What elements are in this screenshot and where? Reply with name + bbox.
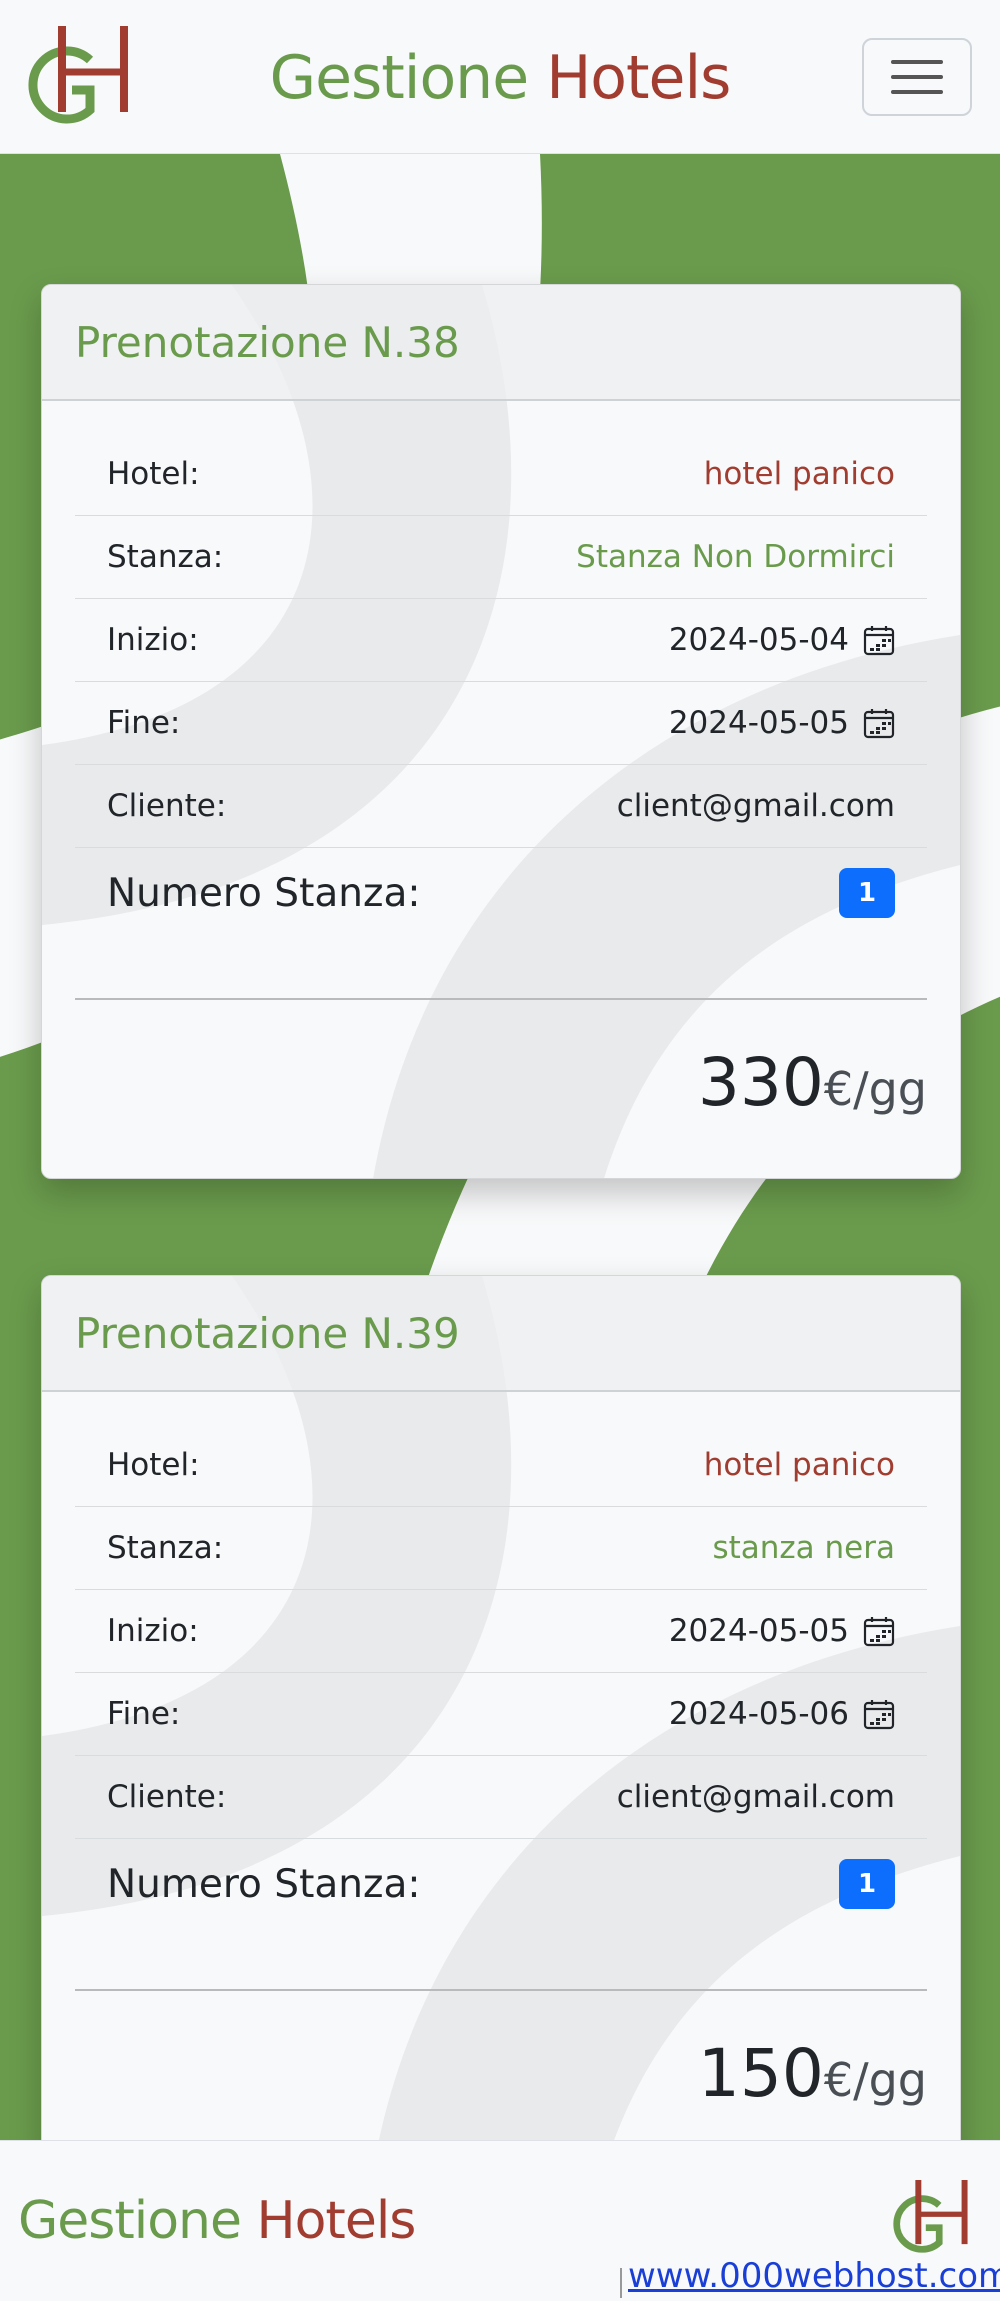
- hotel-label: Hotel:: [107, 456, 200, 492]
- end-date-label: Fine:: [107, 705, 181, 741]
- room-count-label: Numero Stanza:: [107, 870, 421, 916]
- room-count-row: Numero Stanza: 1: [75, 1839, 927, 1929]
- booking-card: Prenotazione N.38 Hotel: hotel panico St…: [41, 284, 961, 1179]
- client-row: Cliente: client@gmail.com: [75, 1756, 927, 1839]
- price-amount: 330: [697, 1044, 824, 1121]
- start-date-row: Inizio: 2024-05-05: [75, 1590, 927, 1673]
- footer-brand-part-hotels: Hotels: [256, 2191, 417, 2251]
- gh-logo[interactable]: [893, 2177, 975, 2259]
- room-label: Stanza:: [107, 1530, 224, 1566]
- booking-title: Prenotazione N.39: [42, 1276, 960, 1392]
- room-row: Stanza: Stanza Non Dormirci: [75, 516, 927, 599]
- room-label: Stanza:: [107, 539, 224, 575]
- menu-toggle-button[interactable]: [862, 38, 972, 116]
- booking-title: Prenotazione N.38: [42, 285, 960, 401]
- start-date-value: 2024-05-05: [668, 1613, 849, 1649]
- hamburger-icon-line: [891, 75, 943, 79]
- footer-brand-part-gestione: Gestione: [18, 2191, 242, 2251]
- room-count-label: Numero Stanza:: [107, 1861, 421, 1907]
- end-date-value: 2024-05-06: [668, 1696, 849, 1732]
- navbar: Gestione Hotels: [0, 0, 1000, 154]
- price: 150€/gg: [75, 1991, 927, 2131]
- webhost-banner[interactable]: www.000webhost.com: [620, 2259, 1000, 2300]
- price-unit: €/gg: [823, 2053, 927, 2107]
- broken-image-icon: [620, 2268, 622, 2298]
- booking-card: Prenotazione N.39 Hotel: hotel panico St…: [41, 1275, 961, 2177]
- calendar-icon: [863, 1700, 895, 1730]
- client-value: client@gmail.com: [616, 788, 895, 824]
- client-label: Cliente:: [107, 1779, 227, 1815]
- room-value: stanza nera: [712, 1530, 895, 1566]
- hotel-row: Hotel: hotel panico: [75, 1424, 927, 1507]
- start-date-row: Inizio: 2024-05-04: [75, 599, 927, 682]
- hotel-label: Hotel:: [107, 1447, 200, 1483]
- hotel-value: hotel panico: [703, 456, 895, 492]
- brand-part-hotels: Hotels: [546, 43, 731, 113]
- footer-brand[interactable]: Gestione Hotels: [18, 2191, 417, 2251]
- end-date-row: Fine: 2024-05-05: [75, 682, 927, 765]
- start-date-label: Inizio:: [107, 622, 199, 658]
- room-value: Stanza Non Dormirci: [576, 539, 895, 575]
- calendar-icon: [863, 709, 895, 739]
- room-count-badge: 1: [839, 868, 895, 918]
- room-count-row: Numero Stanza: 1: [75, 848, 927, 938]
- hamburger-icon-line: [891, 60, 943, 64]
- room-count-badge: 1: [839, 1859, 895, 1909]
- hamburger-icon-line: [891, 90, 943, 94]
- start-date-value: 2024-05-04: [668, 622, 849, 658]
- price-unit: €/gg: [823, 1062, 927, 1116]
- brand-part-gestione: Gestione: [269, 43, 530, 113]
- end-date-label: Fine:: [107, 1696, 181, 1732]
- end-date-value: 2024-05-05: [668, 705, 849, 741]
- price: 330€/gg: [75, 1000, 927, 1140]
- hotel-value: hotel panico: [703, 1447, 895, 1483]
- end-date-row: Fine: 2024-05-06: [75, 1673, 927, 1756]
- calendar-icon: [863, 1617, 895, 1647]
- calendar-icon: [863, 626, 895, 656]
- start-date-label: Inizio:: [107, 1613, 199, 1649]
- price-amount: 150: [697, 2035, 824, 2112]
- hotel-row: Hotel: hotel panico: [75, 433, 927, 516]
- room-row: Stanza: stanza nera: [75, 1507, 927, 1590]
- brand-title[interactable]: Gestione Hotels: [0, 38, 1000, 118]
- webhost-link[interactable]: www.000webhost.com: [628, 2259, 1000, 2293]
- client-label: Cliente:: [107, 788, 227, 824]
- client-row: Cliente: client@gmail.com: [75, 765, 927, 848]
- client-value: client@gmail.com: [616, 1779, 895, 1815]
